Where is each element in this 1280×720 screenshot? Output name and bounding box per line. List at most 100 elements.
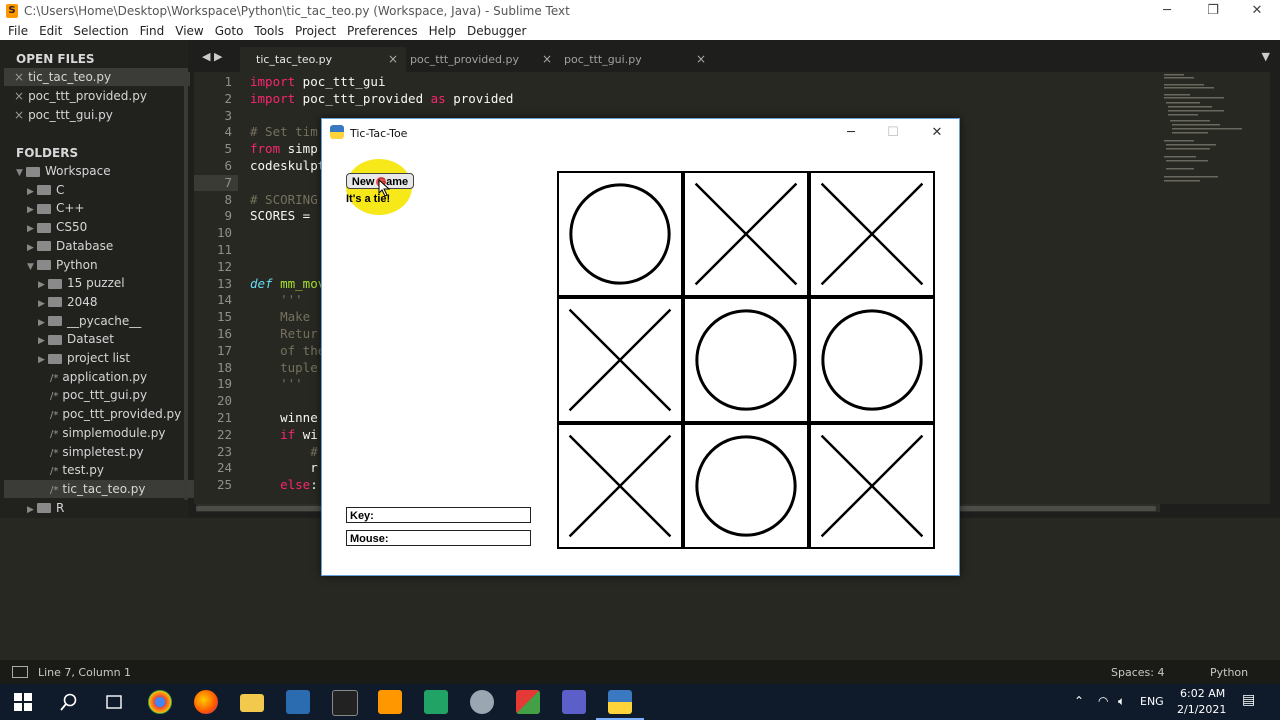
tab-nav-arrows-icon[interactable]: ◀ ▶	[202, 50, 222, 63]
firefox-icon[interactable]	[194, 690, 218, 714]
search-icon[interactable]	[60, 693, 78, 711]
minimap[interactable]	[1160, 72, 1270, 504]
tray-chevron-icon[interactable]: ⌃	[1074, 694, 1084, 708]
media-icon[interactable]	[516, 690, 540, 714]
tree-folder-item[interactable]: ▶ C++	[4, 199, 203, 217]
game-minimize-button[interactable]: ─	[836, 123, 866, 143]
file-explorer-icon[interactable]	[240, 694, 264, 712]
menu-tools[interactable]: Tools	[254, 22, 284, 40]
menu-goto[interactable]: Goto	[215, 22, 244, 40]
sidebar-scrollbar[interactable]	[184, 80, 188, 500]
code-line[interactable]: def mm_mov	[250, 276, 325, 291]
notifications-icon[interactable]: ▤	[1242, 692, 1255, 708]
tree-folder-item[interactable]: ▼ Python	[4, 256, 203, 274]
code-line[interactable]: import poc_ttt_provided as provided	[250, 91, 513, 106]
expand-down-icon[interactable]: ▼	[27, 258, 37, 276]
code-line[interactable]: of the	[250, 343, 325, 358]
code-line[interactable]: winne	[250, 410, 318, 425]
teams-icon[interactable]	[562, 690, 586, 714]
code-line[interactable]: Retur	[250, 326, 318, 341]
tree-folder-item[interactable]: ▶ project list	[4, 349, 214, 367]
code-line[interactable]: from simp	[250, 141, 318, 156]
tab-overflow-icon[interactable]: ▼	[1262, 50, 1270, 63]
windows-start-icon[interactable]	[14, 693, 32, 711]
code-line[interactable]: # SCORING	[250, 192, 318, 207]
tree-folder-item[interactable]: ▶ __pycache__	[4, 312, 214, 330]
sublime-taskbar-icon[interactable]	[378, 690, 402, 714]
expand-right-icon[interactable]: ▶	[38, 332, 48, 350]
menu-selection[interactable]: Selection	[73, 22, 128, 40]
expand-right-icon[interactable]: ▶	[27, 201, 37, 219]
tree-file-item[interactable]: /* application.py	[4, 368, 214, 386]
tree-file-item[interactable]: /* simpletest.py	[4, 443, 214, 461]
tree-file-item[interactable]: /* poc_ttt_provided.py	[4, 405, 214, 423]
code-line[interactable]: else:	[250, 477, 318, 492]
code-line[interactable]: '''	[250, 376, 303, 391]
wifi-icon[interactable]: ◠	[1098, 694, 1108, 708]
game-maximize-button[interactable]: ☐	[878, 123, 908, 143]
expand-right-icon[interactable]: ▶	[27, 501, 37, 519]
close-button[interactable]: ✕	[1234, 0, 1280, 22]
menu-project[interactable]: Project	[295, 22, 336, 40]
close-file-icon[interactable]: ×	[14, 70, 24, 84]
code-line[interactable]: SCORES =	[250, 208, 318, 223]
tree-file-item[interactable]: /* tic_tac_teo.py	[4, 479, 214, 498]
code-line[interactable]: tuple	[250, 360, 318, 375]
open-file-item[interactable]: × poc_ttt_provided.py	[4, 87, 190, 105]
tree-folder-item[interactable]: ▼ Workspace	[4, 162, 192, 180]
terminal-icon[interactable]	[332, 690, 358, 716]
menu-edit[interactable]: Edit	[39, 22, 62, 40]
language-indicator[interactable]: ENG	[1140, 695, 1164, 708]
tree-folder-item[interactable]: ▶ 15 puzzel	[4, 274, 214, 292]
panel-toggle-icon[interactable]	[12, 666, 28, 678]
menu-preferences[interactable]: Preferences	[347, 22, 418, 40]
spreadsheet-icon[interactable]	[424, 690, 448, 714]
task-view-icon[interactable]	[104, 693, 124, 711]
expand-right-icon[interactable]: ▶	[27, 220, 37, 238]
tree-folder-item[interactable]: ▶ C	[4, 181, 203, 199]
app-icon[interactable]	[470, 690, 494, 714]
expand-right-icon[interactable]: ▶	[27, 239, 37, 257]
tab-poc_ttt_gui-py[interactable]: poc_ttt_gui.py ×	[548, 47, 714, 72]
clock-date[interactable]: 2/1/2021	[1177, 703, 1226, 716]
tree-file-item[interactable]: /* test.py	[4, 461, 214, 479]
code-line[interactable]: '''	[250, 292, 303, 307]
clock-time[interactable]: 6:02 AM	[1180, 687, 1225, 700]
menu-find[interactable]: Find	[140, 22, 165, 40]
indent-setting[interactable]: Spaces: 4	[1111, 666, 1164, 679]
open-file-item[interactable]: × tic_tac_teo.py	[4, 68, 190, 86]
code-line[interactable]: # Set tim	[250, 124, 318, 139]
tree-folder-item[interactable]: ▶ Database	[4, 237, 203, 255]
tree-folder-item[interactable]: ▶ Dataset	[4, 330, 214, 348]
tree-folder-item[interactable]: ▶ 2048	[4, 293, 214, 311]
expand-right-icon[interactable]: ▶	[38, 314, 48, 332]
game-close-button[interactable]: ✕	[922, 123, 952, 143]
expand-right-icon[interactable]: ▶	[38, 295, 48, 313]
code-line[interactable]: r	[250, 460, 318, 475]
syntax-setting[interactable]: Python	[1210, 666, 1248, 679]
menu-debugger[interactable]: Debugger	[467, 22, 526, 40]
python-taskbar-icon[interactable]	[608, 690, 632, 714]
expand-right-icon[interactable]: ▶	[27, 183, 37, 201]
close-file-icon[interactable]: ×	[14, 108, 24, 122]
tab-tic_tac_teo-py[interactable]: tic_tac_teo.py ×	[240, 47, 406, 72]
tree-file-item[interactable]: /* simplemodule.py	[4, 424, 214, 442]
store-icon[interactable]	[286, 690, 310, 714]
menu-help[interactable]: Help	[429, 22, 456, 40]
tree-folder-item[interactable]: ▶ CS50	[4, 218, 203, 236]
tree-file-item[interactable]: /* poc_ttt_gui.py	[4, 386, 214, 404]
close-file-icon[interactable]: ×	[14, 89, 24, 103]
menu-view[interactable]: View	[175, 22, 203, 40]
expand-right-icon[interactable]: ▶	[38, 276, 48, 294]
maximize-button[interactable]: ❐	[1190, 0, 1236, 22]
open-file-item[interactable]: × poc_ttt_gui.py	[4, 106, 190, 124]
code-line[interactable]: #	[250, 444, 318, 459]
expand-right-icon[interactable]: ▶	[38, 351, 48, 369]
minimize-button[interactable]: ─	[1144, 0, 1190, 22]
chrome-icon[interactable]	[148, 690, 172, 714]
code-line[interactable]: Make	[250, 309, 310, 324]
tree-folder-item[interactable]: ▶ R	[4, 499, 203, 517]
expand-down-icon[interactable]: ▼	[16, 164, 26, 182]
game-board[interactable]	[557, 171, 935, 549]
tab-close-icon[interactable]: ×	[696, 47, 706, 72]
